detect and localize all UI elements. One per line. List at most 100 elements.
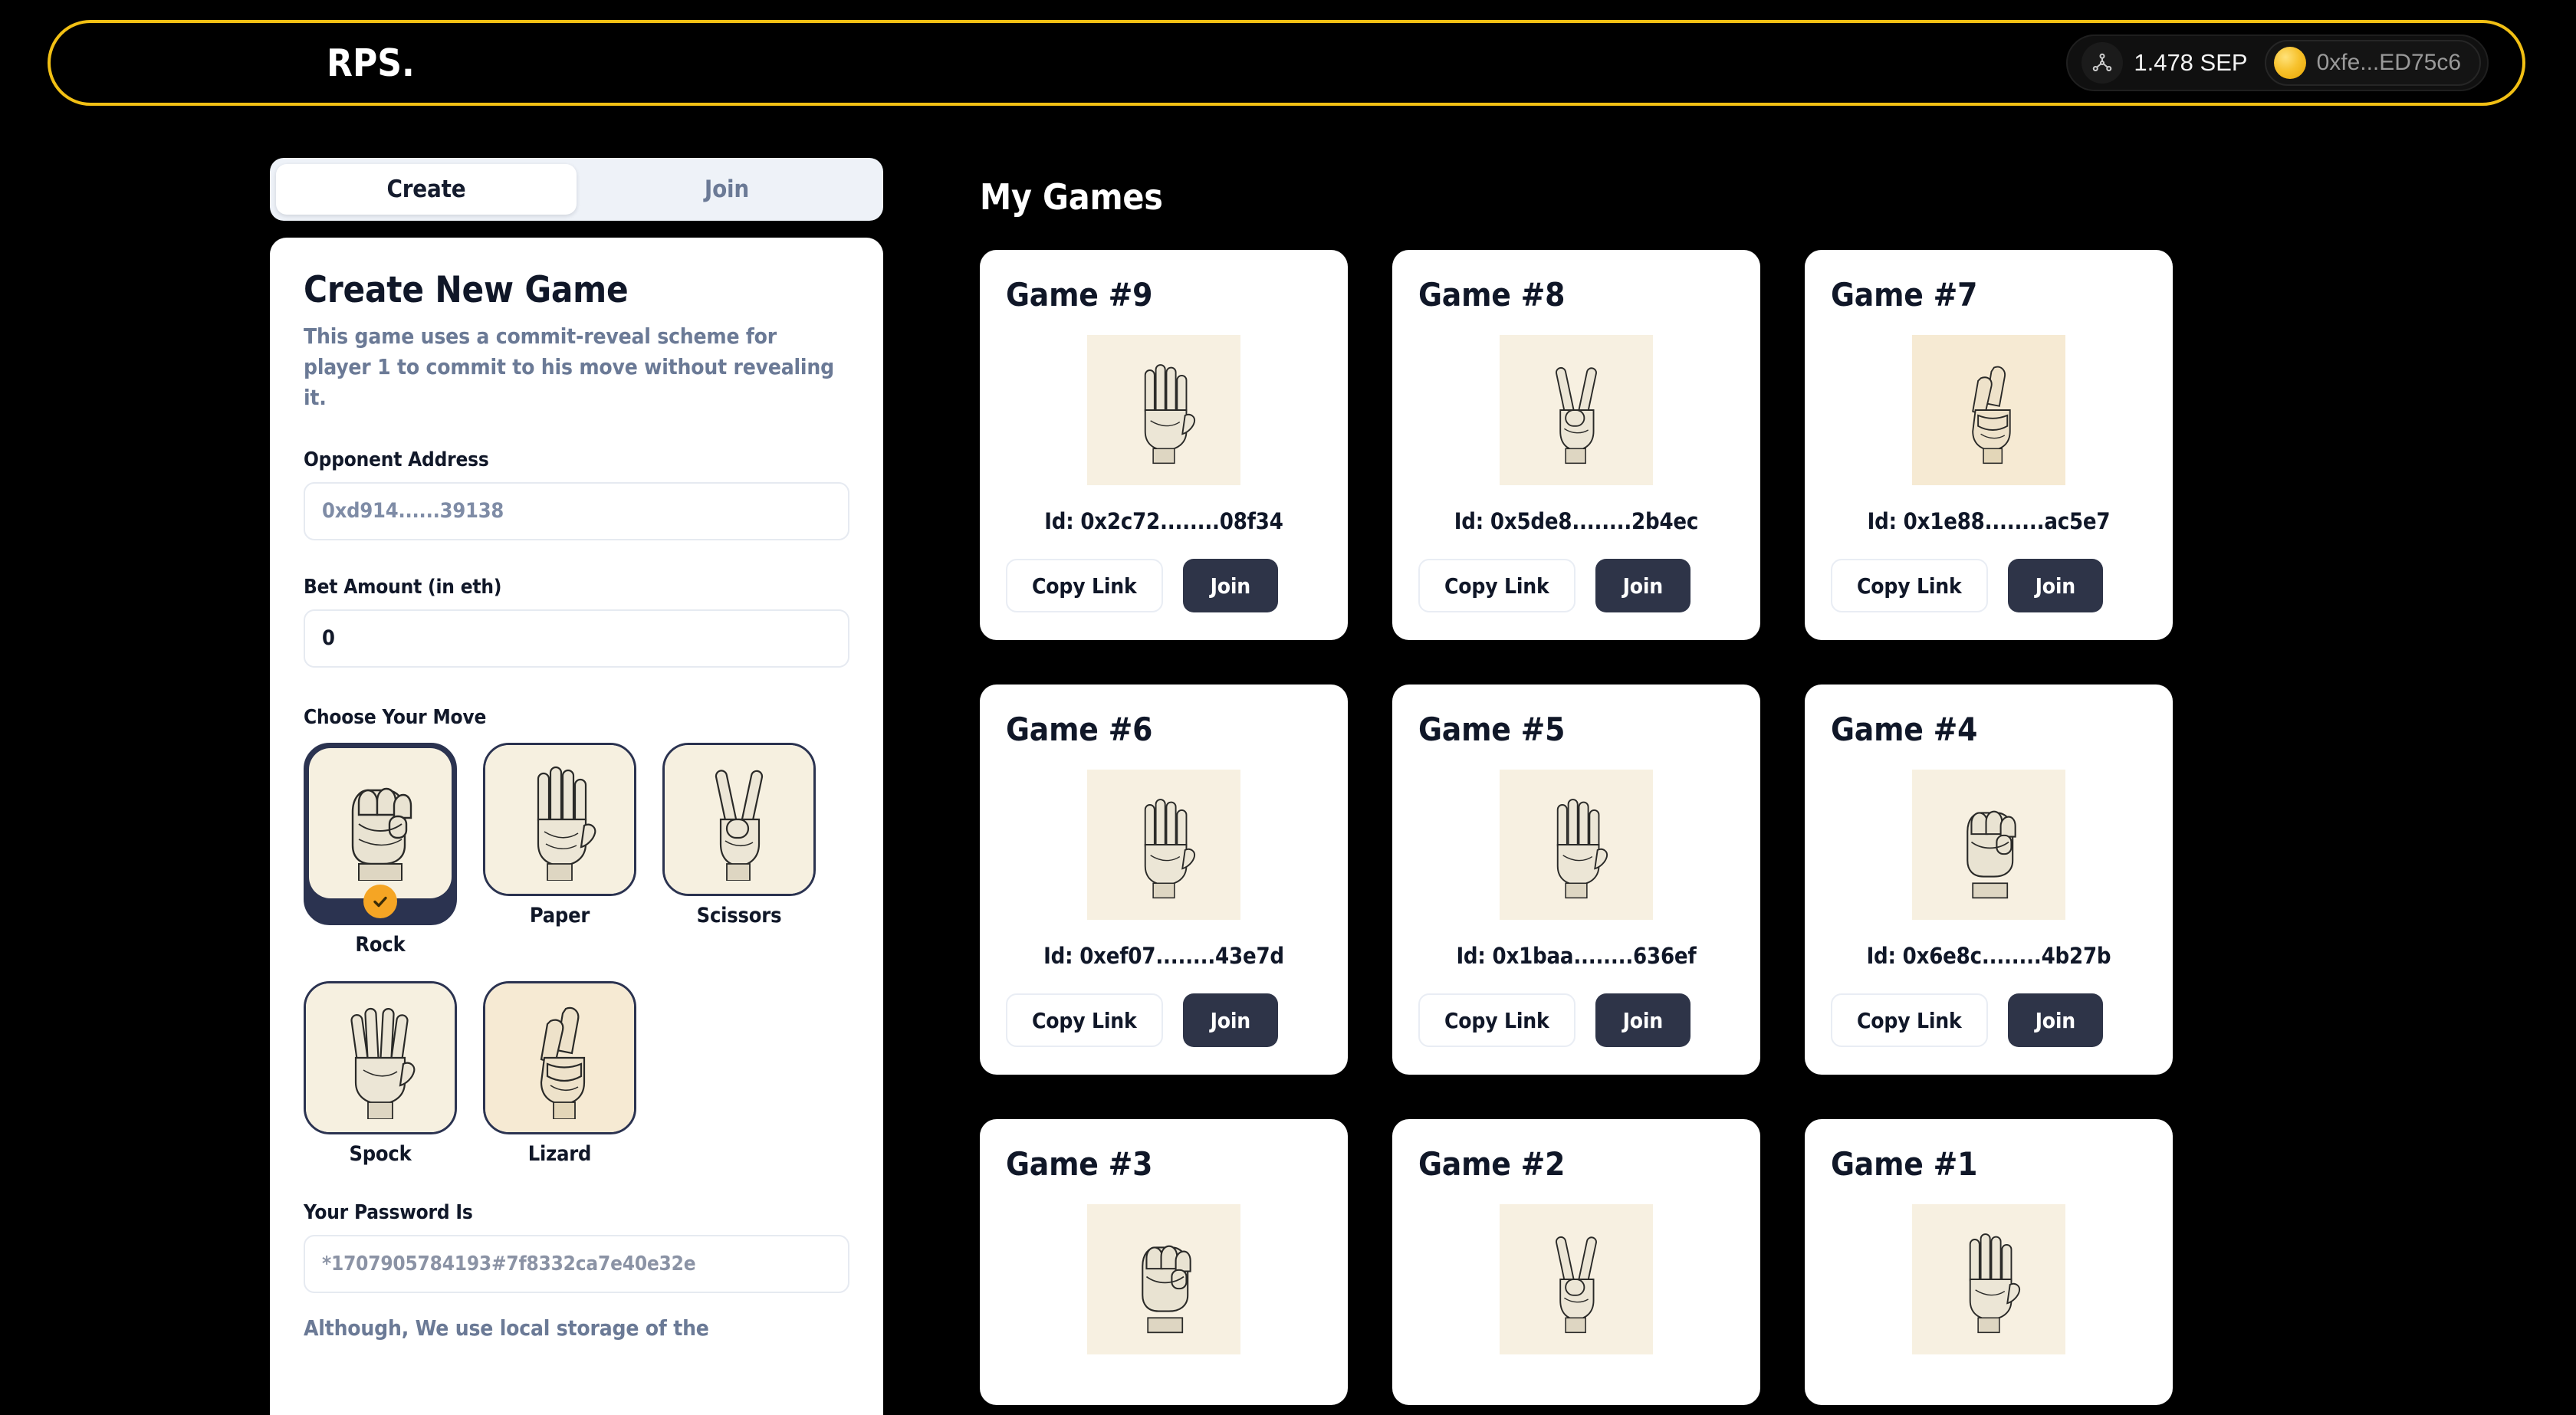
two-finger-scissors-icon [665,744,813,894]
game-id: Id: 0xef07........43e7d [1043,943,1284,969]
join-button[interactable]: Join [1595,559,1691,612]
page-subtitle: This game uses a commit-reveal scheme fo… [304,323,834,410]
move-label-paper: Paper [529,903,590,927]
page-title: Create New Game [304,269,629,311]
game-id: Id: 0x5de8........2b4ec [1454,508,1699,534]
game-title: Game #9 [1006,276,1153,314]
game-title: Game #6 [1006,711,1153,748]
create-game-panel: Create Join Create New Game This game us… [270,158,883,1415]
game-card[interactable]: Game #5 Id: 0x1baa........636ef Copy Lin… [1392,685,1760,1075]
wallet-avatar [2273,47,2306,79]
game-actions: Copy Link Join [1006,559,1279,612]
open-palm-paper-icon [1087,335,1240,485]
game-actions: Copy Link Join [1831,559,2104,612]
game-id: Id: 0x1e88........ac5e7 [1867,508,2111,534]
two-finger-scissors-icon [1500,1204,1653,1354]
create-form-card: Create New Game This game uses a commit-… [270,238,883,1415]
game-actions: Copy Link Join [1006,993,1279,1047]
choose-move-label: Choose Your Move [304,705,487,729]
game-card[interactable]: Game #6 Id: 0xef07........43e7d Copy Lin… [980,685,1348,1075]
password-note: Although, We use local storage of the [304,1315,709,1341]
join-button[interactable]: Join [2007,993,2104,1047]
game-card[interactable]: Game #2 [1392,1119,1760,1405]
move-option-rock[interactable]: Rock [304,742,457,957]
join-button[interactable]: Join [1182,559,1279,612]
fist-rock-icon [1087,1204,1240,1354]
fist-rock-icon [1912,770,2065,920]
check-icon [363,884,397,918]
wallet-balance: 1.478 SEP [2134,49,2248,76]
wallet-address: 0xfe...ED75c6 [2316,50,2461,75]
tab-create[interactable]: Create [276,164,577,215]
tab-join[interactable]: Join [577,164,877,215]
join-button[interactable]: Join [1182,993,1279,1047]
copy-link-button[interactable]: Copy Link [1418,993,1576,1047]
move-label-lizard: Lizard [527,1141,592,1166]
vulcan-salute-spock-icon [306,983,455,1132]
game-card[interactable]: Game #1 [1805,1119,2173,1405]
opponent-address-label: Opponent Address [304,448,489,471]
copy-link-button[interactable]: Copy Link [1418,559,1576,612]
game-title: Game #2 [1418,1145,1566,1183]
move-option-lizard[interactable]: Lizard [483,980,636,1166]
move-card-rock [304,742,457,925]
copy-link-button[interactable]: Copy Link [1831,559,1988,612]
game-title: Game #3 [1006,1145,1153,1183]
my-games-section: My Games Game #9 Id: 0x2c72........08f34… [980,176,2222,1405]
join-button[interactable]: Join [1595,993,1691,1047]
move-card-lizard [483,980,636,1134]
app-root: RPS. 1.478 SEP 0xfe...ED75c6 Create Join [0,0,2576,1415]
game-id: Id: 0x1baa........636ef [1456,943,1697,969]
header: RPS. 1.478 SEP 0xfe...ED75c6 [48,20,2525,106]
games-grid: Game #9 Id: 0x2c72........08f34 Copy Lin… [980,250,2222,1405]
game-title: Game #5 [1418,711,1566,748]
copy-link-button[interactable]: Copy Link [1831,993,1988,1047]
bet-amount-label: Bet Amount (in eth) [304,575,502,599]
move-options: Rock Paper Scissors Spock Lizard [304,742,840,1166]
game-actions: Copy Link Join [1831,993,2104,1047]
open-palm-paper-icon [1087,770,1240,920]
hand-puppet-lizard-icon [1912,335,2065,485]
move-label-rock: Rock [355,932,406,957]
brand-logo[interactable]: RPS. [327,44,415,82]
mode-tabs: Create Join [270,158,883,221]
game-card[interactable]: Game #3 [980,1119,1348,1405]
game-title: Game #8 [1418,276,1566,314]
game-title: Game #4 [1831,711,1978,748]
join-button[interactable]: Join [2007,559,2104,612]
game-card[interactable]: Game #4 Id: 0x6e8c........4b27b Copy Lin… [1805,685,2173,1075]
opponent-address-input[interactable]: 0xd914......39138 [304,481,849,540]
copy-link-button[interactable]: Copy Link [1006,559,1163,612]
game-card[interactable]: Game #8 Id: 0x5de8........2b4ec Copy Lin… [1392,250,1760,640]
open-palm-paper-icon [1500,770,1653,920]
bet-amount-input[interactable]: 0 [304,609,849,668]
password-label: Your Password Is [304,1200,473,1224]
game-actions: Copy Link Join [1418,559,1691,612]
game-card[interactable]: Game #9 Id: 0x2c72........08f34 Copy Lin… [980,250,1348,640]
move-label-scissors: Scissors [696,903,782,927]
password-input[interactable]: *1707905784193#7f8332ca7e40e32e [304,1234,849,1293]
game-actions: Copy Link Join [1418,993,1691,1047]
copy-link-button[interactable]: Copy Link [1006,993,1163,1047]
move-label-spock: Spock [349,1141,412,1166]
my-games-title: My Games [980,176,1163,218]
game-id: Id: 0x6e8c........4b27b [1866,943,2111,969]
network-nodes-icon [2082,42,2124,84]
wallet-pill[interactable]: 1.478 SEP 0xfe...ED75c6 [2066,34,2489,91]
fist-rock-icon [309,747,452,898]
move-option-spock[interactable]: Spock [304,980,457,1166]
move-option-paper[interactable]: Paper [483,742,636,957]
game-card[interactable]: Game #7 Id: 0x1e88........ac5e7 Copy Lin… [1805,250,2173,640]
move-card-paper [483,742,636,896]
open-palm-paper-icon [485,744,634,894]
move-card-scissors [662,742,816,896]
two-finger-scissors-icon [1500,335,1653,485]
header-bar: RPS. 1.478 SEP 0xfe...ED75c6 [48,20,2525,106]
open-palm-paper-icon [1912,1204,2065,1354]
wallet-address-pill[interactable]: 0xfe...ED75c6 [2264,40,2481,86]
move-option-scissors[interactable]: Scissors [662,742,816,957]
game-title: Game #7 [1831,276,1978,314]
move-card-spock [304,980,457,1134]
game-title: Game #1 [1831,1145,1978,1183]
game-id: Id: 0x2c72........08f34 [1044,508,1283,534]
